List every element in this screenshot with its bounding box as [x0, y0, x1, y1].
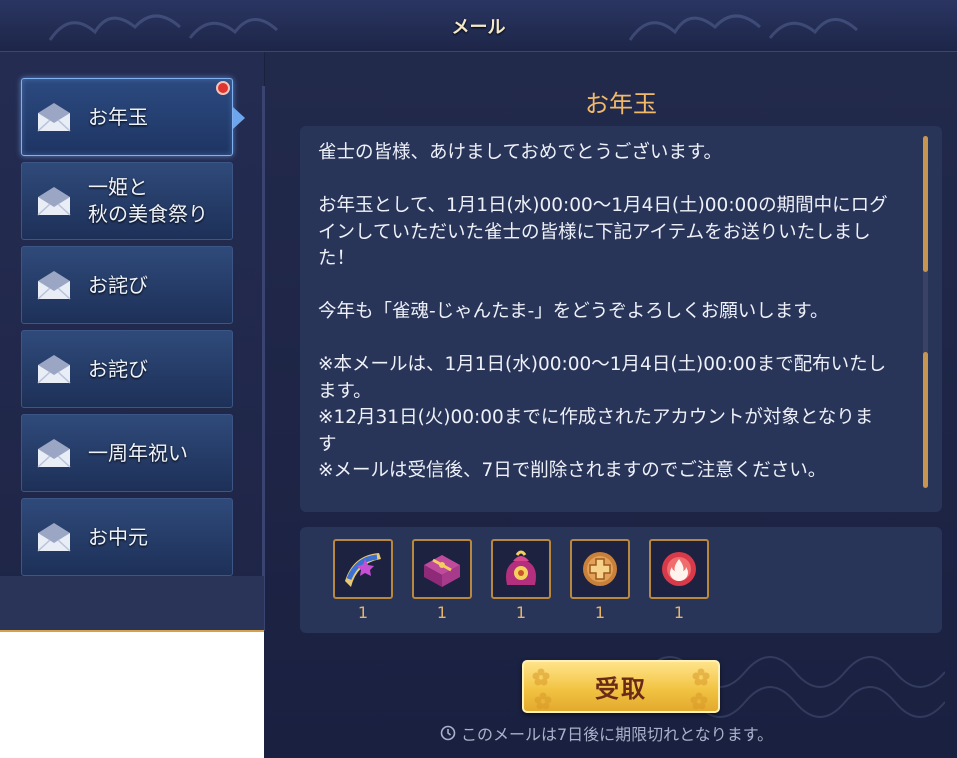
- claim-button-label: 受取: [595, 675, 647, 703]
- sidebar-mail-label: 一姫と 秋の美食祭り: [88, 175, 208, 226]
- flower-decoration-icon: [532, 668, 550, 686]
- flower-decoration-icon: [690, 692, 708, 710]
- sidebar-floor-decoration: [0, 576, 264, 632]
- blank-area: [0, 632, 264, 758]
- envelope-icon: [37, 103, 71, 132]
- rewards-panel: 1 1 1 1 1: [300, 527, 942, 633]
- reward-item[interactable]: 1: [649, 539, 709, 622]
- envelope-icon: [37, 187, 71, 216]
- sidebar-mail-item[interactable]: お年玉: [21, 78, 245, 156]
- sidebar-mail-item[interactable]: 一周年祝い: [21, 414, 233, 492]
- sidebar-mail-item[interactable]: お中元: [21, 498, 233, 576]
- gift-box-icon: [424, 555, 460, 587]
- cloud-pattern-decoration: [48, 14, 279, 41]
- sidebar-mail-item[interactable]: お詫び: [21, 246, 233, 324]
- unread-indicator: [216, 81, 230, 95]
- mail-body-text: 雀士の皆様、あけましておめでとうございます。 お年玉として、1月1日(水)00:…: [318, 142, 888, 481]
- scrollbar-thumb[interactable]: [923, 136, 928, 272]
- reward-item[interactable]: 1: [333, 539, 393, 622]
- cloud-pattern-decoration: [628, 14, 859, 41]
- sidebar-mail-item[interactable]: 一姫と 秋の美食祭り: [21, 162, 233, 240]
- claim-button[interactable]: 受取: [522, 660, 720, 713]
- reward-quantity: 1: [673, 603, 685, 622]
- flower-decoration-icon: [534, 692, 552, 710]
- envelope-icon: [37, 355, 71, 384]
- envelope-icon: [37, 439, 71, 468]
- reward-item[interactable]: 1: [570, 539, 630, 622]
- envelope-icon: [37, 523, 71, 552]
- reward-quantity: 1: [357, 603, 369, 622]
- clock-icon: [440, 725, 456, 741]
- sidebar-mail-label: お年玉: [88, 104, 148, 129]
- sidebar-mail-label: 一周年祝い: [88, 440, 188, 465]
- scrollbar-track[interactable]: [923, 136, 928, 488]
- sidebar-mail-label: お中元: [88, 524, 148, 549]
- reward-quantity: 1: [594, 603, 606, 622]
- flower-decoration-icon: [692, 668, 710, 686]
- scroll-ticket-icon: [345, 553, 381, 587]
- envelope-icon: [37, 271, 71, 300]
- selection-pointer: [233, 107, 245, 129]
- reward-item[interactable]: 1: [491, 539, 551, 622]
- sidebar-mail-label: お詫び: [88, 356, 148, 381]
- reward-quantity: 1: [436, 603, 448, 622]
- expiry-notice: このメールは7日後に期限切れとなります。: [440, 722, 773, 744]
- sidebar-mail-label: お詫び: [88, 272, 148, 297]
- page-title: メール: [451, 17, 506, 38]
- reward-quantity: 1: [515, 603, 527, 622]
- fire-orb-icon: [662, 552, 696, 586]
- mail-title: お年玉: [585, 90, 657, 118]
- mail-body-panel[interactable]: 雀士の皆様、あけましておめでとうございます。 お年玉として、1月1日(水)00:…: [300, 126, 942, 512]
- lucky-bag-icon: [506, 550, 536, 585]
- reward-item[interactable]: 1: [412, 539, 472, 622]
- scrollbar-thumb-lower[interactable]: [923, 352, 928, 488]
- expiry-text: このメールは7日後に期限切れとなります。: [461, 725, 774, 744]
- bronze-coin-icon: [583, 552, 617, 586]
- mail-header: メール: [0, 0, 957, 52]
- sidebar-mail-item[interactable]: お詫び: [21, 330, 233, 408]
